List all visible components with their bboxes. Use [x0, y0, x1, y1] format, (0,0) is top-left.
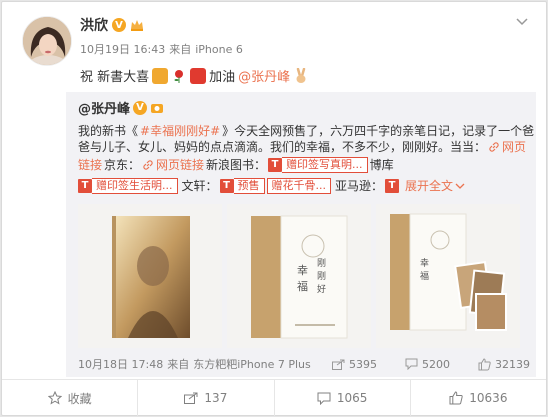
via-label: 来自 [169, 43, 192, 56]
author-name[interactable]: 洪欣 [80, 15, 108, 35]
comment-button[interactable]: 1065 [275, 380, 411, 416]
repost-count: 137 [204, 391, 228, 405]
expand-full-text[interactable]: 展开全文 [405, 178, 453, 194]
repost-icon [184, 392, 198, 404]
repost-footer: 10月18日 17:48 来自 东方粑粑iPhone 7 Plus 5395 5… [78, 356, 530, 372]
repost-time[interactable]: 10月18日 17:48 [78, 356, 163, 372]
post-source[interactable]: iPhone 6 [195, 43, 243, 56]
victory-hand-emoji-icon [296, 67, 306, 83]
dangdang-link-cont[interactable]: 链接 [78, 157, 102, 173]
repost-text-line2: 爸与儿子、女儿、妈妈的点点滴滴。我们的幸福，不多不少，刚刚好。当当： [78, 140, 487, 154]
book-title-char: 福 [420, 270, 429, 282]
thumbs-up-icon [449, 391, 463, 405]
avatar[interactable] [22, 16, 72, 66]
via-label: 来自 [167, 358, 190, 371]
wenxuan-label: 文轩： [181, 179, 218, 193]
jd-link[interactable]: 网页链接 [156, 157, 204, 173]
crown-icon [131, 20, 143, 31]
rose-emoji-icon [174, 69, 184, 83]
verified-badge-icon: V [133, 100, 148, 115]
thumbs-up-icon [478, 357, 491, 370]
tag-sina-books[interactable]: T 赠印签写真明... [268, 157, 368, 173]
tag-label: 预售 [233, 178, 265, 194]
comment-icon [405, 358, 418, 370]
repost-text-line1-post: 》今天全网预售了，六万四千字的亲笔日记，记录了一个爸 [222, 124, 535, 138]
tmall-icon: T [78, 179, 92, 193]
reposted-weibo: @张丹峰 V 我的新书《 #幸福刚刚好# 》今天全网预售了，六万四千字的亲笔日记… [66, 92, 536, 377]
repost-stats: 5395 5200 32139 [332, 356, 530, 372]
share-count: 5395 [349, 357, 377, 371]
chevron-down-icon[interactable] [512, 12, 532, 32]
gift-emoji-icon [190, 67, 207, 84]
favorite-label: 收藏 [67, 391, 92, 406]
post-meta: 10月19日 16:43 来自 iPhone 6 [80, 41, 243, 57]
repost-button[interactable]: 137 [138, 380, 275, 416]
jd-label: 京东： [104, 158, 141, 172]
action-bar: 收藏 137 1065 10636 [2, 379, 546, 416]
repost-author[interactable]: @张丹峰 [78, 98, 130, 117]
weibo-card: 洪欣 V 10月19日 16:43 来自 iPhone 6 祝 新書大喜 加油 … [1, 1, 547, 416]
tag-amazon[interactable]: T [385, 179, 400, 193]
sina-books-label: 新浪图书： [206, 158, 267, 172]
book-title-char: 幸 [420, 258, 429, 269]
tag-label: 赠印签写真明... [282, 157, 368, 173]
hashtag-link[interactable]: #幸福刚刚好# [140, 123, 220, 139]
repost-text: 我的新书《 #幸福刚刚好# 》今天全网预售了，六万四千字的亲笔日记，记录了一个爸… [78, 123, 534, 194]
comment-count: 1065 [336, 391, 368, 405]
congrats-emoji-icon [152, 67, 169, 84]
author-row: 洪欣 V [80, 16, 144, 34]
book-photo-3[interactable]: 幸 福 [376, 204, 520, 348]
post-time[interactable]: 10月19日 16:43 [80, 41, 165, 57]
like-count: 10636 [469, 391, 508, 405]
book-title-char: 好 [317, 283, 326, 295]
favorite-button[interactable]: 收藏 [2, 380, 139, 416]
amazon-label: 亚马逊： [335, 179, 384, 193]
book-title-char: 刚 [317, 258, 326, 269]
book-photo-1[interactable] [78, 204, 222, 348]
post-text: 祝 新書大喜 加油 @张丹峰 [80, 66, 309, 85]
book-title-char: 福 [297, 279, 308, 293]
tag-label: 赠花千骨... [266, 178, 332, 194]
book-title-char: 幸 [297, 264, 308, 277]
book-title-char: 刚 [317, 271, 326, 282]
tmall-icon: T [268, 158, 283, 172]
post-text-prefix: 祝 新書大喜 [80, 70, 150, 85]
image-grid: 幸 福 刚 刚 好 幸 福 [78, 204, 520, 348]
tmall-icon: T [385, 179, 400, 193]
share-icon [332, 359, 345, 370]
link-icon [143, 160, 153, 170]
member-icon [151, 103, 164, 113]
link-icon [489, 142, 499, 152]
star-icon [47, 391, 62, 405]
tmall-icon: T [219, 179, 234, 193]
tag-wenxuan[interactable]: 赠花千骨... [266, 178, 332, 194]
dangdang-link[interactable]: 网页 [502, 139, 526, 155]
comment-icon [317, 392, 331, 405]
repost-comment-count[interactable]: 5200 [405, 358, 450, 371]
post-text-mid: 加油 [209, 70, 236, 85]
like-count: 32139 [495, 357, 530, 371]
verified-badge-icon: V [112, 18, 126, 32]
like-button[interactable]: 10636 [411, 380, 546, 416]
comment-count: 5200 [422, 357, 450, 371]
tag-boku[interactable]: T 赠印签生活明... [78, 178, 178, 194]
repost-like-count[interactable]: 32139 [478, 358, 530, 371]
chevron-down-icon[interactable] [455, 182, 465, 190]
tag-wenxuan-presale[interactable]: T 预售 [219, 178, 265, 194]
mention-link[interactable]: @张丹峰 [238, 66, 290, 85]
tag-label: 赠印签生活明... [92, 178, 178, 194]
repost-share-count[interactable]: 5395 [332, 358, 377, 371]
repost-text-line1-pre: 我的新书《 [78, 124, 139, 138]
repost-source[interactable]: 东方粑粑iPhone 7 Plus [193, 356, 311, 372]
boku-label: 博库 [369, 158, 394, 172]
book-photo-2[interactable]: 幸 福 刚 刚 好 [227, 204, 371, 348]
repost-author-row: @张丹峰 V [78, 98, 164, 117]
